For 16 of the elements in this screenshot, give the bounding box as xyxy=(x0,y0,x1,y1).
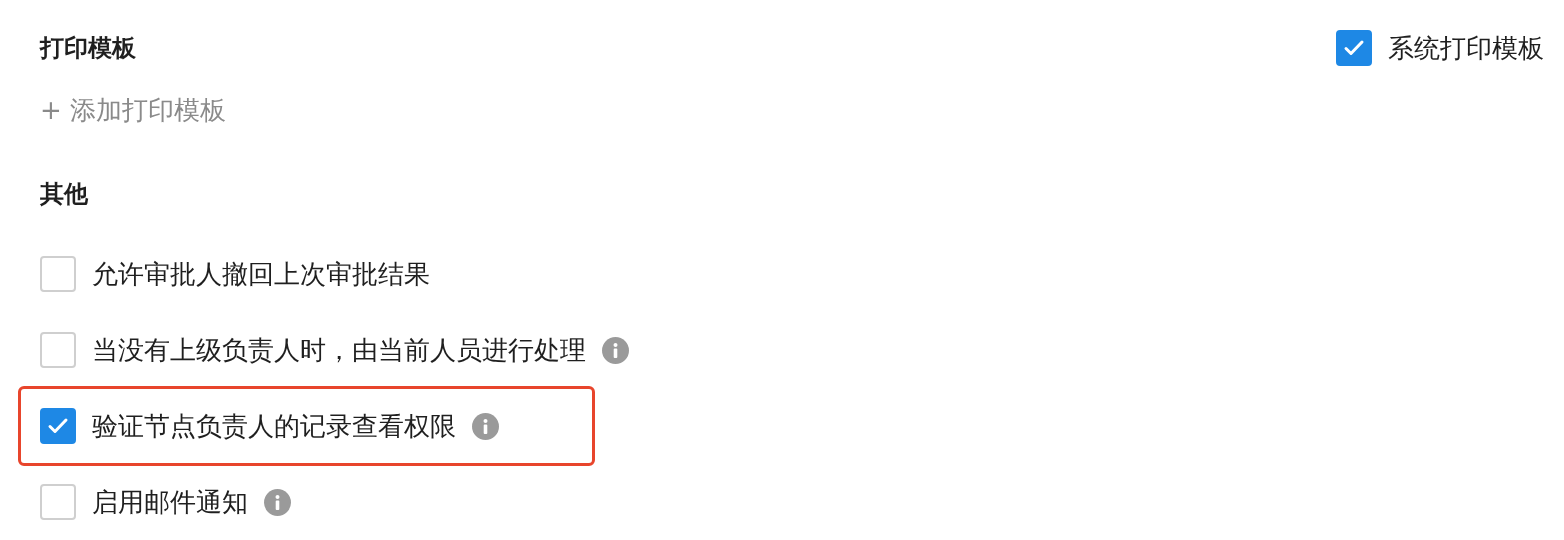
section-title: 其他 xyxy=(40,179,89,210)
info-icon[interactable] xyxy=(472,412,499,440)
info-icon[interactable] xyxy=(602,336,629,364)
checkbox-label: 系统打印模板 xyxy=(1388,32,1544,65)
add-template-link[interactable]: + 添加打印模板 xyxy=(40,90,227,130)
section-title: 打印模板 xyxy=(40,33,137,64)
checkbox-label: 验证节点负责人的记录查看权限 xyxy=(92,410,456,443)
info-icon[interactable] xyxy=(264,488,291,516)
checkbox[interactable] xyxy=(40,408,76,444)
checkbox-label: 允许审批人撤回上次审批结果 xyxy=(92,258,430,291)
checkbox[interactable] xyxy=(40,256,76,292)
checkbox-label: 启用邮件通知 xyxy=(92,486,248,519)
checkbox-label: 当没有上级负责人时，由当前人员进行处理 xyxy=(92,334,586,367)
checkbox[interactable] xyxy=(40,484,76,520)
checkbox[interactable] xyxy=(1336,30,1372,66)
checkbox[interactable] xyxy=(40,332,76,368)
